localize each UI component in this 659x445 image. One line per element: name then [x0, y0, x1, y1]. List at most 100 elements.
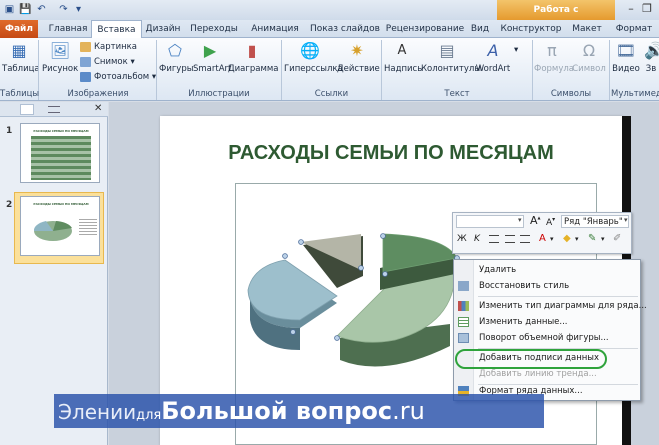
restore-icon[interactable]: ❐	[640, 2, 654, 16]
menu-item-change-chart-type[interactable]: Изменить тип диаграммы для ряда...	[454, 298, 647, 314]
sound-label: Зв	[645, 64, 657, 74]
tab-animation[interactable]: Анимация	[247, 20, 303, 38]
close-pane-icon[interactable]: ✕	[94, 103, 102, 114]
outline-tab-icon[interactable]	[48, 106, 60, 113]
italic-button[interactable]: K	[474, 234, 480, 244]
tab-insert[interactable]: Вставка	[91, 20, 142, 39]
table-icon: ▦	[11, 41, 27, 60]
slide-thumbnail-1[interactable]: РАСХОДЫ СЕМЬИ ПО МЕСЯЦАМ	[20, 123, 100, 183]
grow-font-button[interactable]: A▴	[530, 214, 541, 227]
fill-bucket-icon[interactable]: ◆	[563, 233, 571, 244]
menu-item-label: Добавить линию тренда...	[479, 369, 597, 379]
slide-thumbnail-table	[31, 136, 91, 180]
tab-home[interactable]: Главная	[44, 20, 92, 38]
tab-transitions[interactable]: Переходы	[189, 20, 239, 38]
tab-design[interactable]: Дизайн	[144, 20, 182, 38]
tab-layout[interactable]: Макет	[568, 20, 606, 38]
series-select[interactable]: Ряд "Январь"	[561, 215, 629, 228]
watermark-part1: Элении	[58, 400, 137, 424]
undo-icon[interactable]: ↶	[35, 3, 48, 16]
video-button[interactable]: 🎞 Видео	[611, 40, 641, 74]
sound-button[interactable]: 🔊 Зв	[643, 40, 659, 74]
minimize-icon[interactable]: –	[624, 2, 638, 16]
outline-pen-icon[interactable]: ✎	[588, 233, 596, 244]
hyperlink-label: Гиперссылка	[284, 64, 343, 74]
menu-item-reset-style[interactable]: Восстановить стиль	[454, 278, 640, 294]
watermark-text: ЭлениидляБольшой вопрос.ru	[58, 397, 425, 425]
watermark-part3: Большой вопрос	[161, 397, 393, 425]
photoalbum-label: Фотоальбом	[94, 72, 150, 82]
action-icon: ✷	[350, 41, 364, 60]
slides-tab[interactable]	[20, 104, 34, 115]
slide-thumbnail-2[interactable]: РАСХОДЫ СЕМЬИ ПО МЕСЯЦАМ	[20, 196, 100, 256]
app-icon[interactable]: ▣	[3, 3, 16, 16]
save-icon[interactable]: 💾	[19, 3, 32, 16]
symbol-button[interactable]: Ω Символ	[572, 40, 606, 74]
shapes-button[interactable]: ⬠ Фигуры	[159, 40, 193, 74]
smartart-button[interactable]: ▶ SmartArt	[193, 40, 232, 74]
tab-review[interactable]: Рецензирование	[385, 20, 465, 38]
align-left-icon[interactable]	[489, 235, 499, 243]
align-right-icon[interactable]	[520, 235, 530, 243]
tab-constructor[interactable]: Конструктор	[500, 20, 562, 38]
menu-item-label: Изменить данные...	[479, 317, 568, 327]
hyperlink-button[interactable]: 🌐 Гиперссылка	[284, 40, 343, 74]
group-label-symbols: Символы	[550, 89, 592, 99]
bar-chart-icon: ▮	[247, 41, 257, 60]
separator	[156, 40, 157, 100]
clipart-button[interactable]: Картинка	[80, 41, 137, 53]
chevron-down-icon[interactable]: ▾	[550, 235, 554, 243]
action-label: Действие	[337, 64, 380, 74]
pie-chart-3d[interactable]	[245, 228, 465, 393]
table-button[interactable]: ▦ Таблица	[2, 40, 40, 74]
header-footer-button[interactable]: ▤ Колонтитулы	[421, 40, 481, 74]
chevron-down-icon[interactable]: ▾	[518, 216, 522, 224]
picture-button[interactable]: 🖼 Рисунок	[42, 40, 78, 74]
watermark-part2: для	[136, 408, 162, 423]
chevron-down-icon[interactable]: ▾	[624, 216, 628, 224]
pie-slice-blue[interactable]	[247, 259, 338, 350]
menu-item-label: Восстановить стиль	[479, 281, 570, 291]
chart-button[interactable]: ▮ Диаграмма	[228, 40, 278, 74]
group-label-images: Изображения	[67, 89, 129, 99]
group-label-text: Текст	[444, 89, 470, 99]
tab-format[interactable]: Формат	[612, 20, 656, 38]
textbox-button[interactable]: A Надпись	[384, 40, 422, 74]
redo-icon[interactable]: ↷	[57, 3, 70, 16]
object-small-buttons[interactable]: ▾	[514, 44, 518, 56]
separator	[381, 40, 382, 100]
group-label-links: Ссылки	[314, 89, 349, 99]
menu-item-3d-rotation[interactable]: Поворот объемной фигуры...	[454, 330, 640, 346]
picture-label: Рисунок	[42, 64, 79, 74]
tab-view[interactable]: Вид	[469, 20, 491, 38]
align-center-icon[interactable]	[505, 235, 515, 243]
chevron-down-icon[interactable]: ▾	[601, 235, 605, 243]
screenshot-button[interactable]: Снимок ▾	[80, 56, 135, 68]
icon-x-button[interactable]: Ж	[457, 234, 467, 244]
slide-title[interactable]: РАСХОДЫ СЕМЬИ ПО МЕСЯЦАМ	[160, 142, 622, 165]
group-label-multimedia: Мультимед	[611, 89, 659, 99]
action-button[interactable]: ✷ Действие	[337, 40, 380, 74]
shapes-icon: ⬠	[168, 41, 182, 60]
menu-item-delete[interactable]: Удалить	[454, 262, 640, 278]
picture-icon: 🖼	[49, 41, 71, 60]
wordart-button[interactable]: A WordArt	[475, 40, 511, 74]
photoalbum-button[interactable]: Фотоальбом ▾	[80, 71, 156, 83]
chevron-down-icon[interactable]: ▾	[575, 235, 579, 243]
tab-file[interactable]: Файл	[0, 20, 38, 38]
font-name-select[interactable]	[456, 215, 524, 228]
film-icon: 🎞	[615, 41, 637, 60]
clipart-icon	[80, 41, 91, 52]
slide-thumbnail-title: РАСХОДЫ СЕМЬИ ПО МЕСЯЦАМ	[33, 202, 89, 206]
smartart-label: SmartArt	[193, 64, 232, 74]
format-painter-icon[interactable]: ✐	[613, 233, 621, 244]
menu-item-edit-data[interactable]: Изменить данные...	[454, 314, 640, 330]
group-label-illustrations: Иллюстрации	[188, 89, 250, 99]
tab-slideshow[interactable]: Показ слайдов	[310, 20, 380, 38]
font-color-button[interactable]: A	[539, 233, 546, 244]
reset-style-icon	[458, 281, 469, 291]
equation-button[interactable]: π Формула	[534, 40, 574, 74]
shrink-font-button[interactable]: A▾	[546, 216, 555, 228]
speaker-icon: 🔊	[644, 41, 659, 60]
customize-qa-icon[interactable]: ▾	[72, 3, 85, 16]
